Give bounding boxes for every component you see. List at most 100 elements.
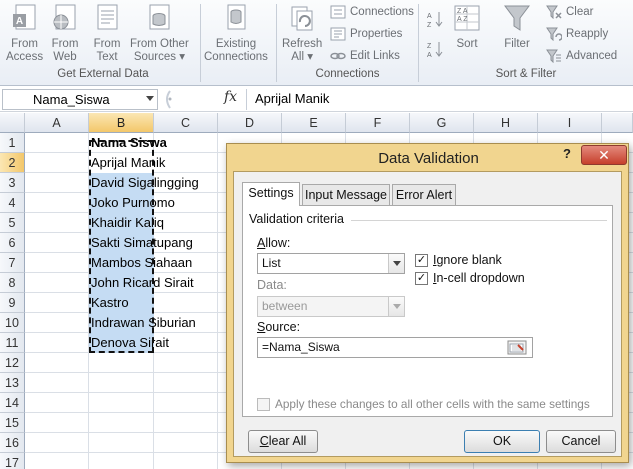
refresh-icon	[291, 6, 313, 31]
validation-criteria-label: Validation criteria	[249, 212, 344, 226]
ok-button[interactable]: OK	[464, 430, 540, 453]
row-header-3[interactable]: 3	[0, 173, 25, 193]
range-picker-icon[interactable]	[507, 340, 527, 355]
help-icon[interactable]: ?	[563, 146, 571, 161]
allow-select-value: List	[262, 256, 281, 270]
from-other-sources-label-1: From Other	[130, 38, 189, 50]
close-icon[interactable]: ✕	[581, 145, 627, 165]
from-web-label-1: From	[51, 38, 79, 50]
row-header-10[interactable]: 10	[0, 313, 25, 333]
group-separator	[200, 4, 201, 82]
row-header-8[interactable]: 8	[0, 273, 25, 293]
filter-button[interactable]: Filter	[502, 2, 532, 51]
apply-all-checkbox[interactable]	[257, 398, 270, 411]
copy-marquee-selection	[89, 140, 154, 353]
sort-za-button[interactable]: ZA	[426, 40, 444, 58]
select-all-corner[interactable]	[0, 113, 25, 133]
row-header-11[interactable]: 11	[0, 333, 25, 353]
row-header-13[interactable]: 13	[0, 373, 25, 393]
criteria-separator	[351, 220, 607, 221]
reapply-button[interactable]: Reapply	[546, 27, 608, 41]
column-header-c[interactable]: C	[154, 113, 218, 133]
from-web-button[interactable]: From Web	[50, 2, 80, 64]
column-header-e[interactable]: E	[282, 113, 346, 133]
tab-input-message[interactable]: Input Message	[302, 184, 390, 205]
refresh-all-button[interactable]: Refresh All ▾	[282, 2, 322, 64]
connections-icon	[330, 5, 346, 19]
row-header-4[interactable]: 4	[0, 193, 25, 213]
row-header-17[interactable]: 17	[0, 453, 25, 469]
existing-connections-label-2: Connections	[204, 51, 268, 63]
connections-button[interactable]: Connections	[330, 5, 414, 19]
other-sources-icon	[149, 4, 170, 30]
reapply-label: Reapply	[566, 28, 609, 40]
formula-input[interactable]: Aprijal Manik	[246, 89, 631, 110]
advanced-button[interactable]: Advanced	[546, 49, 617, 63]
dialog-body: Settings Input Message Error Alert Valid…	[233, 171, 622, 457]
row-header-16[interactable]: 16	[0, 433, 25, 453]
chevron-down-icon[interactable]	[146, 96, 154, 101]
row-header-12[interactable]: 12	[0, 353, 25, 373]
from-access-button[interactable]: A From Access	[6, 2, 43, 64]
existing-connections-button[interactable]: Existing Connections	[204, 2, 268, 64]
ribbon-data-tab: A From Access From Web From Text From Ot…	[0, 0, 633, 86]
row-header-7[interactable]: 7	[0, 253, 25, 273]
sort-az-button[interactable]: AZ	[426, 10, 444, 28]
from-other-sources-button[interactable]: From Other Sources ▾	[130, 2, 189, 64]
row-header-6[interactable]: 6	[0, 233, 25, 253]
existing-connections-icon	[227, 4, 246, 30]
svg-text:A: A	[427, 52, 432, 58]
clear-label: Clear	[566, 6, 594, 18]
row-header-9[interactable]: 9	[0, 293, 25, 313]
row-header-1[interactable]: 1	[0, 133, 25, 153]
data-label: Data:	[257, 278, 287, 292]
clear-icon	[546, 5, 562, 19]
row-header-5[interactable]: 5	[0, 213, 25, 233]
from-text-label-2: Text	[96, 51, 118, 63]
row-header-14[interactable]: 14	[0, 393, 25, 413]
from-access-label-2: Access	[6, 51, 44, 63]
source-input[interactable]: =Nama_Siswa	[257, 337, 533, 358]
row-header-2[interactable]: 2	[0, 153, 25, 173]
settings-panel: Validation criteria Allow: List ✓ Ignore…	[242, 205, 613, 417]
tab-settings[interactable]: Settings	[242, 182, 300, 206]
text-file-icon	[97, 4, 118, 30]
formula-bar: Nama_Siswa fx Aprijal Manik	[0, 88, 633, 112]
column-header-i[interactable]: I	[538, 113, 602, 133]
chevron-down-icon	[388, 297, 404, 316]
properties-label: Properties	[350, 28, 403, 40]
insert-function-fx-button[interactable]: fx	[224, 89, 237, 105]
filter-label: Filter	[504, 38, 530, 50]
group-label-sort-filter: Sort & Filter	[495, 68, 557, 80]
allow-select[interactable]: List	[257, 253, 405, 274]
chevron-down-icon[interactable]	[388, 254, 404, 273]
column-header-g[interactable]: G	[410, 113, 474, 133]
column-header-a[interactable]: A	[25, 113, 89, 133]
column-header-j[interactable]	[602, 113, 633, 133]
properties-button[interactable]: Properties	[330, 27, 402, 41]
tab-error-alert[interactable]: Error Alert	[392, 184, 456, 205]
sort-za-icon: ZA	[427, 42, 443, 58]
clear-all-button[interactable]: Clear All	[248, 430, 318, 453]
access-icon: A	[12, 4, 36, 30]
edit-links-button[interactable]: Edit Links	[330, 49, 400, 63]
ignore-blank-checkbox[interactable]: ✓	[415, 254, 428, 267]
sort-button[interactable]: Z AA Z Sort	[452, 2, 482, 51]
in-cell-dropdown-checkbox[interactable]: ✓	[415, 272, 428, 285]
group-label-connections: Connections	[315, 68, 380, 80]
source-input-value: =Nama_Siswa	[262, 340, 340, 354]
column-header-f[interactable]: F	[346, 113, 410, 133]
source-label: Source:	[257, 320, 301, 334]
column-header-h[interactable]: H	[474, 113, 538, 133]
svg-text:Z A: Z A	[457, 8, 468, 15]
apply-all-label: Apply these changes to all other cells w…	[275, 397, 590, 411]
clear-filter-button[interactable]: Clear	[546, 5, 593, 19]
svg-text:A: A	[427, 13, 432, 20]
refresh-all-label-2: All ▾	[291, 51, 314, 63]
column-header-d[interactable]: D	[218, 113, 282, 133]
cancel-button[interactable]: Cancel	[546, 430, 616, 453]
name-box[interactable]: Nama_Siswa	[2, 89, 158, 110]
from-text-button[interactable]: From Text	[92, 2, 122, 64]
row-header-15[interactable]: 15	[0, 413, 25, 433]
column-header-b[interactable]: B	[89, 113, 154, 133]
